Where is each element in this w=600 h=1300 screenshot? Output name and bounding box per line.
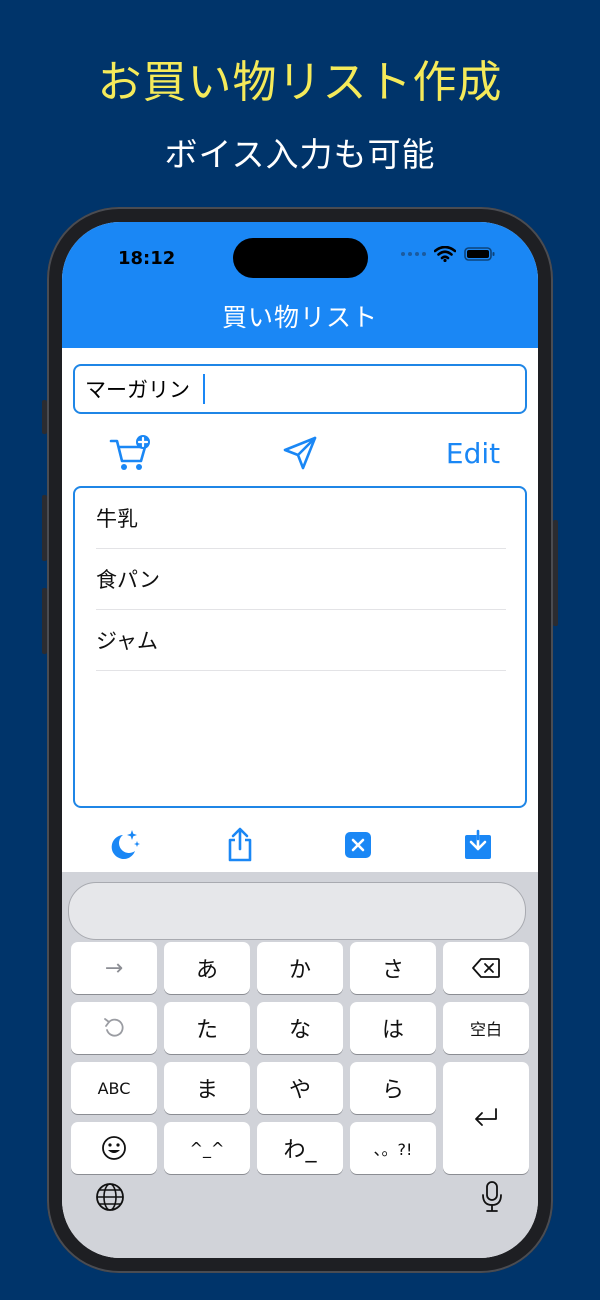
key-undo[interactable] [71,1002,157,1054]
return-key[interactable] [443,1062,529,1174]
list-item-label: 食パン [96,568,161,592]
key-label: ^_^ [189,1138,225,1158]
undo-icon [104,1018,124,1037]
key-label: や [288,1078,311,1103]
key-ta[interactable]: た [164,1002,250,1054]
action-toolbar: Edit [62,430,538,476]
keyboard-bottom-row [62,1172,538,1222]
add-to-cart-button[interactable] [106,430,154,476]
key-label: か [288,958,311,983]
shopping-list: 牛乳 食パン ジャム [73,486,527,808]
side-button-volume-down [42,588,47,654]
dynamic-island [233,238,368,278]
list-item[interactable]: 牛乳 [96,488,506,549]
key-ra[interactable]: ら [350,1062,436,1114]
key-na[interactable]: な [257,1002,343,1054]
key-label: は [381,1018,404,1043]
key-label: → [104,955,124,981]
key-label: ら [381,1078,404,1103]
send-button[interactable] [274,430,326,476]
battery-icon [464,247,495,261]
status-icons [401,246,496,262]
key-kaomoji[interactable]: ^_^ [164,1122,250,1174]
key-ya[interactable]: や [257,1062,343,1114]
dark-mode-button[interactable] [102,822,146,868]
share-icon [228,827,252,862]
side-button-mute [42,400,47,434]
key-wa[interactable]: わ_ [257,1122,343,1174]
microphone-icon [482,1181,502,1212]
japanese-keyboard: → あ か さ た な は 空白 ABC ま や ら ^_^ わ_ 、。?! [62,872,538,1258]
key-punctuation[interactable]: 、。?! [350,1122,436,1174]
backspace-key[interactable] [443,942,529,994]
space-key[interactable]: 空白 [443,1002,529,1054]
key-label: わ_ [283,1138,317,1163]
list-item[interactable]: 食パン [96,549,506,610]
list-item[interactable]: ジャム [96,610,506,671]
edit-button[interactable]: Edit [438,430,508,476]
promo-headline: お買い物リスト作成 [97,57,503,108]
return-icon [475,1108,497,1126]
key-arrow-right[interactable]: → [71,942,157,994]
status-time: 18:12 [118,248,176,269]
key-ha[interactable]: は [350,1002,436,1054]
navigation-bar: 18:12 買い物リスト [62,222,538,348]
key-label: た [195,1018,218,1043]
key-label: ABC [97,1078,131,1098]
item-input[interactable] [75,366,505,412]
download-icon [465,829,491,859]
text-cursor [203,374,205,404]
microphone-button[interactable] [472,1172,512,1222]
key-label: あ [195,958,218,983]
suggestion-bar [68,882,526,940]
side-button-power [553,520,558,626]
download-button[interactable] [456,822,500,868]
signal-dots-icon [401,252,426,256]
paper-plane-icon [283,436,317,470]
key-label: さ [381,958,404,983]
key-sa[interactable]: さ [350,942,436,994]
key-ma[interactable]: ま [164,1062,250,1114]
page-title: 買い物リスト [221,303,378,332]
list-item-label: 牛乳 [96,507,138,531]
list-item-label: ジャム [96,629,158,653]
globe-button[interactable] [90,1172,130,1222]
item-input-container [73,364,527,414]
key-a[interactable]: あ [164,942,250,994]
share-button[interactable] [218,822,262,868]
moon-stars-icon [111,830,140,859]
clear-button[interactable] [336,822,380,868]
key-label: 、。?! [373,1140,413,1159]
wifi-icon [434,246,456,262]
globe-icon [96,1183,124,1211]
key-label: 空白 [469,1020,502,1039]
key-label: な [288,1018,311,1043]
key-ka[interactable]: か [257,942,343,994]
bottom-toolbar [62,822,538,868]
cart-plus-icon [109,435,150,470]
side-button-volume-up [42,495,47,561]
emoji-icon [102,1136,126,1160]
phone-screen: 18:12 買い物リスト マーガリン Edit 牛乳 食パン ジャム → あ か… [62,222,538,1258]
promo-subline: ボイス入力も可能 [164,135,436,174]
x-square-icon [345,832,371,858]
key-label: ま [195,1078,218,1103]
emoji-key[interactable] [71,1122,157,1174]
abc-key[interactable]: ABC [71,1062,157,1114]
backspace-icon [472,958,500,978]
